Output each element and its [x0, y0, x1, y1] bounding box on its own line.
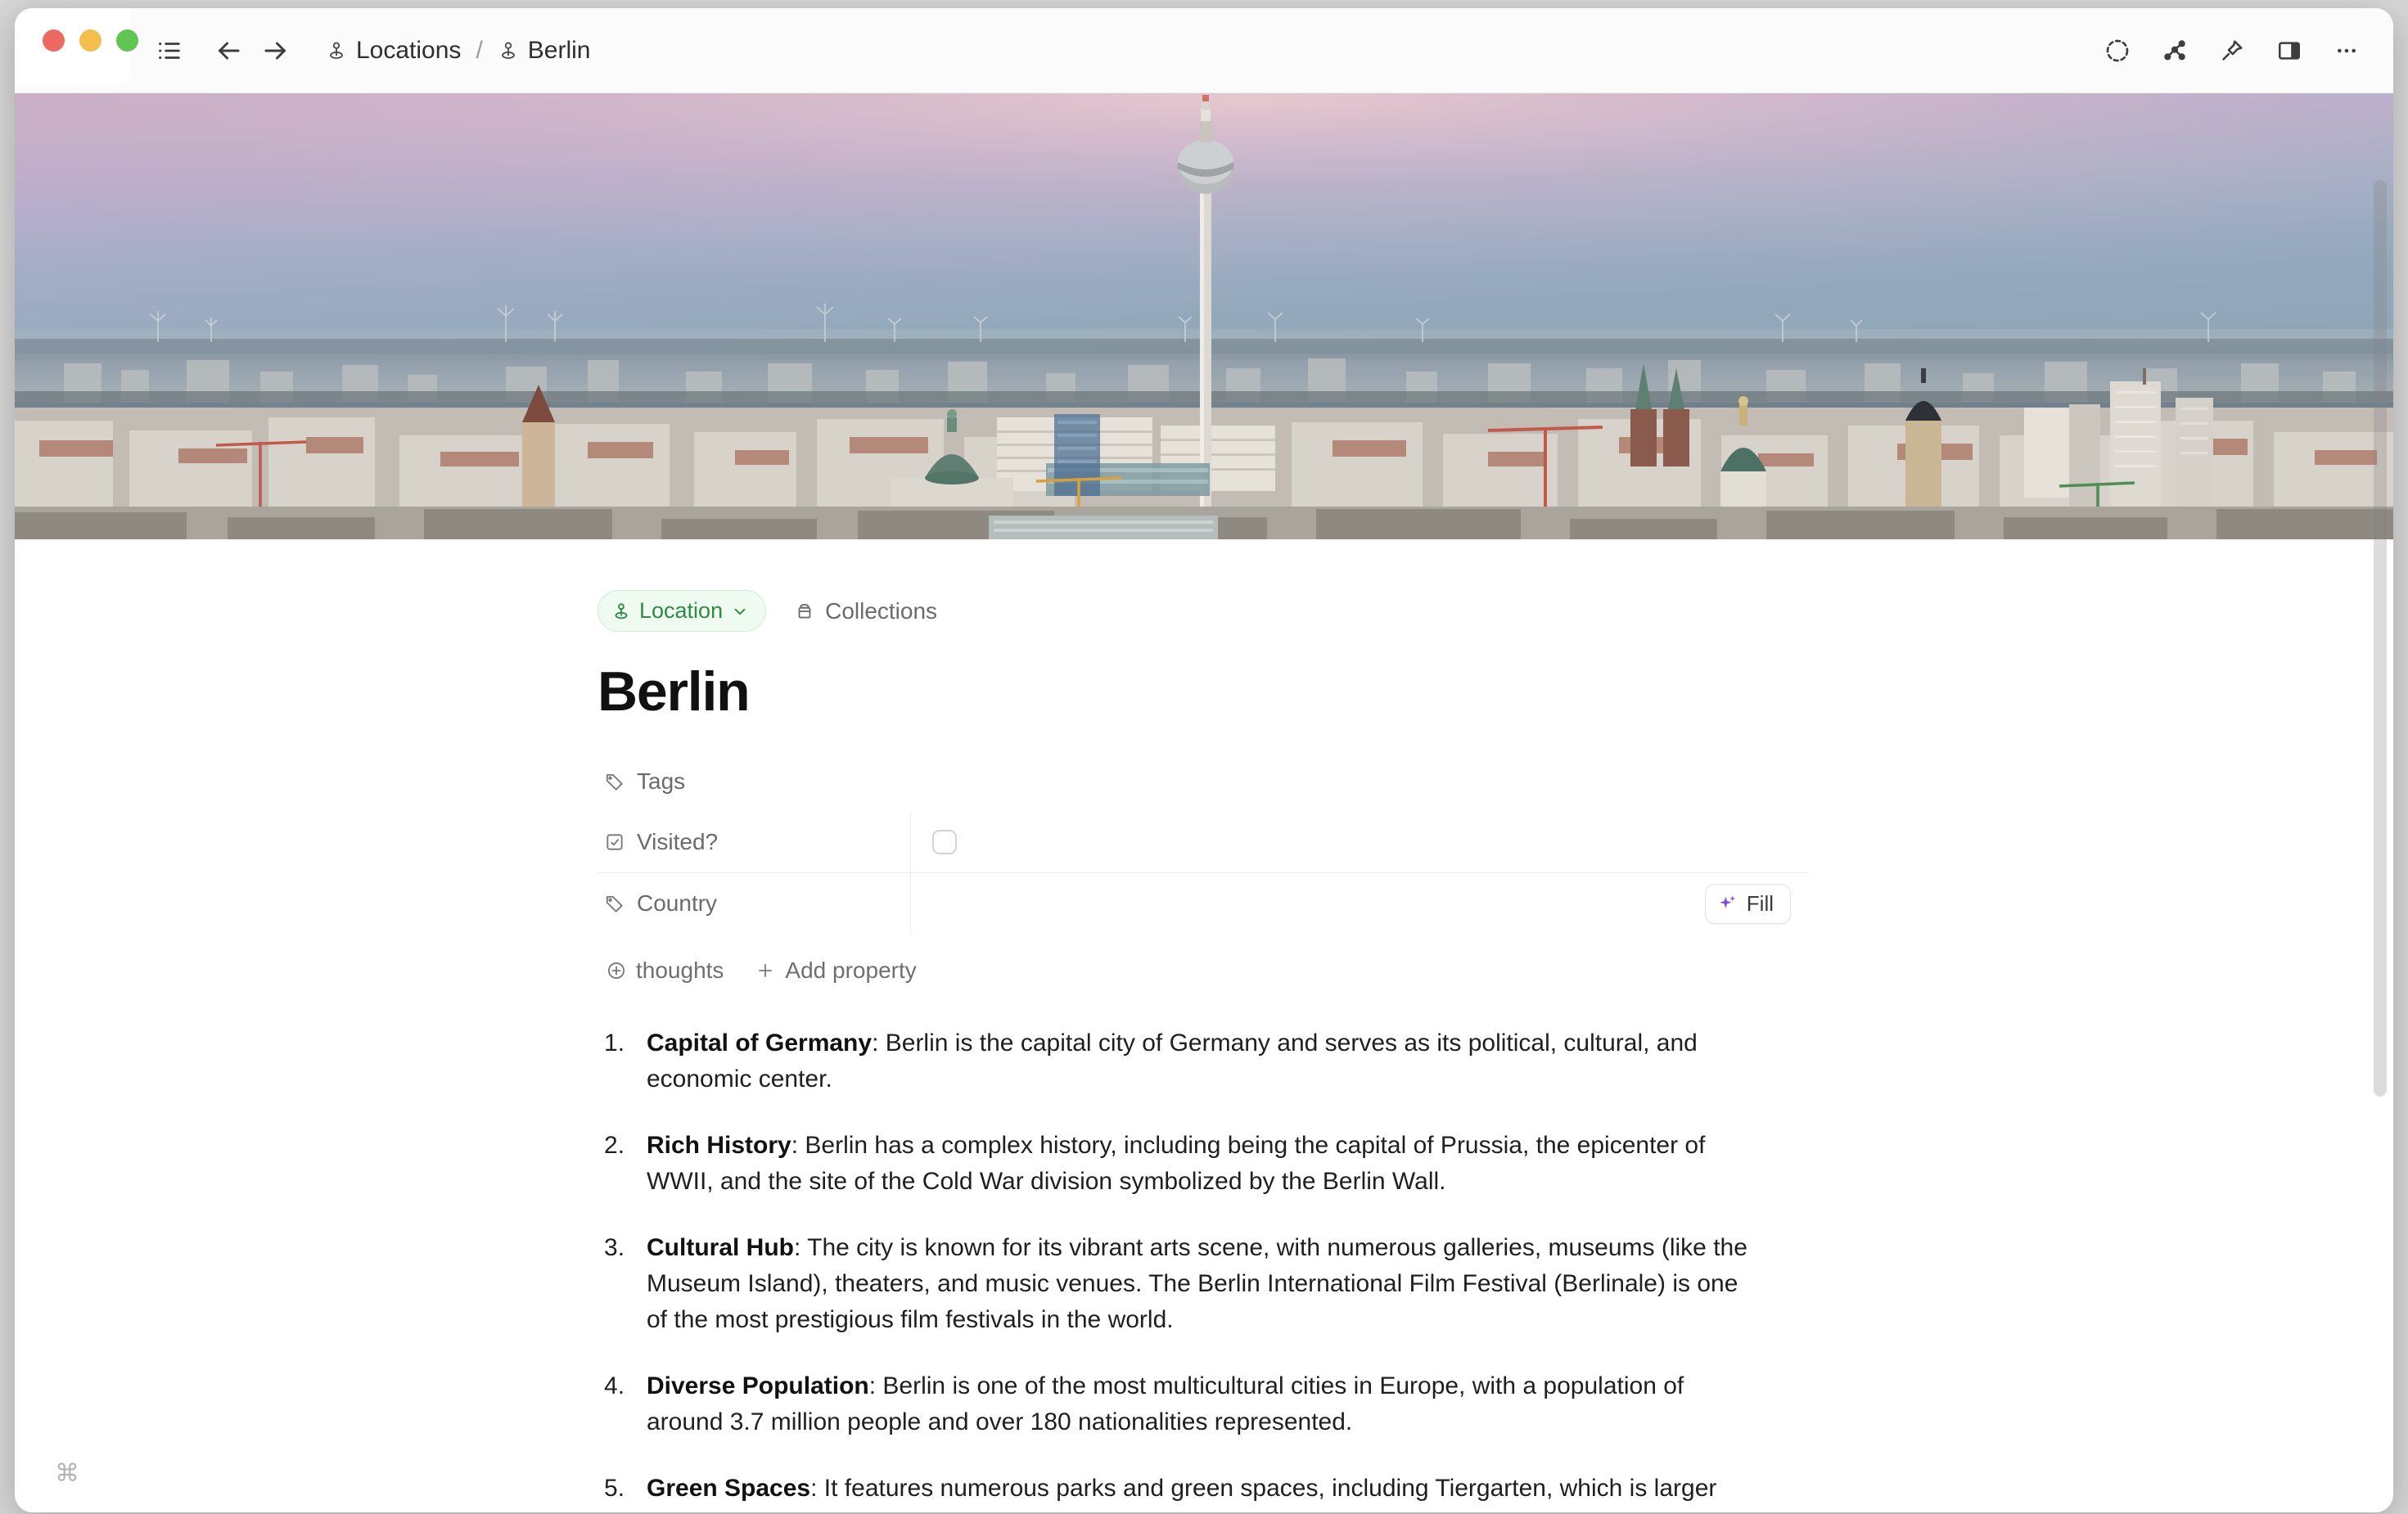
- command-key-badge[interactable]: ⌘: [51, 1457, 83, 1489]
- visited-checkbox[interactable]: [932, 830, 957, 854]
- list-item-term: Green Spaces: [647, 1474, 811, 1502]
- facts-list: Capital of Germany: Berlin is the capita…: [597, 1025, 1858, 1512]
- tag-icon: [604, 893, 625, 914]
- property-label-tags[interactable]: Tags: [597, 760, 910, 803]
- list-item[interactable]: Diverse Population: Berlin is one of the…: [597, 1368, 1760, 1441]
- desktop-background: Locations / Berlin Location Collections …: [0, 0, 2408, 1514]
- property-actions: thoughts Add property: [597, 952, 1809, 989]
- list-item[interactable]: Cultural Hub: The city is known for its …: [597, 1230, 1760, 1339]
- page-title[interactable]: Berlin: [597, 660, 1858, 723]
- collections-label: Collections: [825, 597, 938, 624]
- add-property-button[interactable]: Add property: [746, 952, 924, 989]
- list-item[interactable]: Capital of Germany: Berlin is the capita…: [597, 1025, 1760, 1098]
- collections-button[interactable]: Collections: [787, 593, 944, 629]
- toolbar-left: Locations / Berlin: [146, 27, 598, 74]
- dashed-circle-icon[interactable]: [2094, 27, 2141, 74]
- page-body: Location Collections Berlin Tags Visited…: [15, 539, 2393, 1512]
- sidebar-toggle-icon[interactable]: [146, 27, 193, 74]
- back-arrow-icon[interactable]: [205, 27, 252, 74]
- page-meta-row: Location Collections: [597, 590, 1858, 632]
- property-label-country[interactable]: Country: [597, 882, 910, 925]
- thoughts-button[interactable]: thoughts: [597, 952, 732, 989]
- sparkles-icon: [1717, 893, 1738, 914]
- checkbox-icon: [604, 831, 625, 853]
- breadcrumb-label-berlin: Berlin: [527, 36, 591, 64]
- property-label-visited[interactable]: Visited?: [597, 821, 910, 863]
- cover-image[interactable]: [15, 93, 2393, 539]
- properties-table: Tags Visited? Country Fill thoughts Add …: [597, 751, 1809, 989]
- property-value-tags[interactable]: [910, 751, 1809, 812]
- close-button[interactable]: [43, 29, 65, 52]
- location-pin-icon: [498, 40, 519, 61]
- property-name-tags: Tags: [637, 768, 686, 794]
- location-pin-icon: [326, 40, 347, 61]
- pin-icon[interactable]: [2208, 27, 2256, 74]
- split-pane-icon[interactable]: [2266, 27, 2313, 74]
- property-value-country[interactable]: [910, 873, 1809, 934]
- list-item-term: Diverse Population: [647, 1372, 869, 1399]
- plus-icon: [755, 960, 776, 981]
- breadcrumb-item-locations[interactable]: Locations: [318, 32, 469, 70]
- berlin-skyline-illustration: [15, 93, 2393, 539]
- archive-box-icon: [794, 601, 815, 622]
- list-item-term: Rich History: [647, 1131, 791, 1159]
- property-value-visited[interactable]: [910, 812, 1809, 872]
- list-item-text: : Berlin has a complex history, includin…: [647, 1131, 1706, 1196]
- app-window: Locations / Berlin Location Collections …: [15, 8, 2393, 1512]
- window-controls[interactable]: [43, 29, 138, 52]
- property-name-visited: Visited?: [637, 829, 719, 854]
- page-type-pill[interactable]: Location: [597, 590, 767, 632]
- breadcrumb-item-berlin[interactable]: Berlin: [489, 32, 599, 70]
- minimize-button[interactable]: [79, 29, 101, 52]
- list-item[interactable]: Rich History: Berlin has a complex histo…: [597, 1128, 1760, 1201]
- add-property-label: Add property: [785, 958, 917, 983]
- fill-label: Fill: [1746, 890, 1774, 916]
- property-row-tags: Tags: [597, 751, 1809, 812]
- forward-arrow-icon[interactable]: [252, 27, 300, 74]
- chevron-down-icon: [731, 602, 749, 620]
- property-name-country: Country: [637, 890, 718, 916]
- list-item[interactable]: Green Spaces: It features numerous parks…: [597, 1471, 1760, 1512]
- breadcrumb: Locations / Berlin: [318, 32, 598, 70]
- list-item-term: Cultural Hub: [647, 1233, 794, 1261]
- fill-button[interactable]: Fill: [1704, 883, 1791, 924]
- plus-circle-icon: [606, 960, 627, 981]
- title-bar: Locations / Berlin: [15, 8, 2393, 93]
- tag-icon: [604, 771, 625, 792]
- breadcrumb-label-locations: Locations: [356, 36, 462, 64]
- vertical-scrollbar[interactable]: [2374, 180, 2387, 1097]
- list-item-text: : The city is known for its vibrant arts…: [647, 1233, 1747, 1334]
- graph-view-icon[interactable]: [2151, 27, 2198, 74]
- page-type-label: Location: [639, 598, 724, 623]
- maximize-button[interactable]: [116, 29, 138, 52]
- toolbar-right: [2094, 8, 2370, 93]
- location-pin-icon: [611, 602, 631, 621]
- thoughts-label: thoughts: [636, 958, 724, 983]
- list-item-term: Capital of Germany: [647, 1030, 873, 1057]
- property-row-country: Country Fill: [597, 872, 1809, 934]
- more-options-icon[interactable]: [2323, 27, 2370, 74]
- property-row-visited: Visited?: [597, 812, 1809, 872]
- breadcrumb-separator: /: [476, 36, 483, 64]
- page-scroll-area[interactable]: Location Collections Berlin Tags Visited…: [15, 93, 2393, 1512]
